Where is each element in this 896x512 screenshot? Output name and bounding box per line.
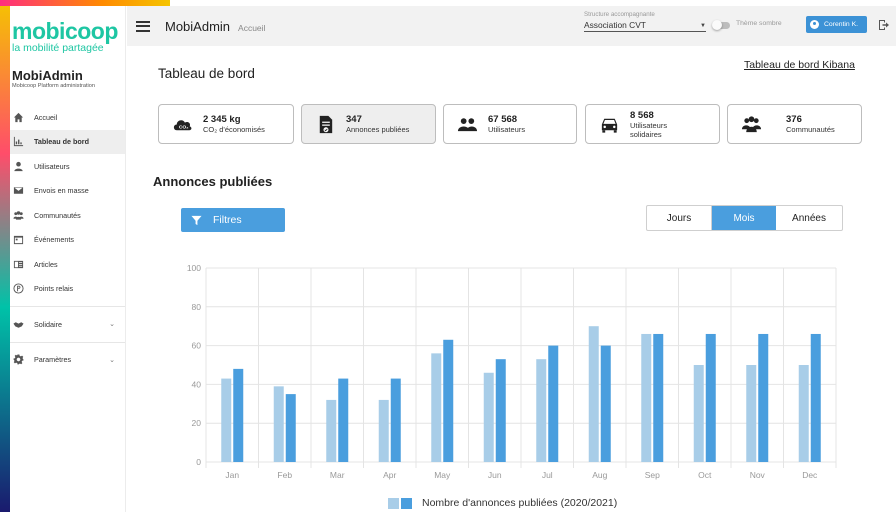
x-tick-label: Oct bbox=[698, 470, 712, 480]
x-tick-label: Nov bbox=[750, 470, 766, 480]
legend-swatch-2020 bbox=[388, 497, 399, 509]
x-tick-label: Sep bbox=[645, 470, 660, 480]
bar-2020-nov bbox=[746, 365, 757, 462]
bar-2020-mar bbox=[326, 399, 337, 462]
bar-2020-dec bbox=[798, 365, 809, 462]
x-tick-label: Dec bbox=[802, 470, 818, 480]
bar-2021-jun bbox=[495, 359, 506, 462]
bar-2020-jun bbox=[483, 372, 494, 462]
y-tick-label: 100 bbox=[187, 263, 201, 273]
y-tick-label: 20 bbox=[192, 418, 202, 428]
x-tick-label: Jul bbox=[542, 470, 553, 480]
bar-2020-jan bbox=[221, 378, 232, 462]
bar-2021-jan bbox=[233, 368, 244, 462]
bar-2021-aug bbox=[600, 345, 611, 462]
x-tick-label: Jan bbox=[225, 470, 239, 480]
bar-2021-oct bbox=[705, 333, 716, 462]
bar-2021-dec bbox=[810, 333, 821, 462]
chart-legend: Nombre d'annonces publiées (2020/2021) bbox=[388, 497, 617, 509]
bar-2021-jul bbox=[548, 345, 559, 462]
bar-2020-sep bbox=[641, 333, 652, 462]
x-tick-label: Jun bbox=[488, 470, 502, 480]
x-tick-label: Feb bbox=[277, 470, 292, 480]
x-tick-label: Aug bbox=[592, 470, 607, 480]
bar-2020-apr bbox=[378, 399, 389, 462]
bar-2020-jul bbox=[536, 359, 547, 462]
annonces-bar-chart: 0 20 40 60 80 100 Jan Feb Mar Apr May Jun Jul Aug Sep O… bbox=[187, 263, 837, 480]
x-tick-label: Apr bbox=[383, 470, 396, 480]
legend-swatch-2021 bbox=[401, 497, 412, 509]
bar-2021-apr bbox=[390, 378, 401, 462]
y-tick-label: 80 bbox=[192, 302, 202, 312]
x-tick-label: Mar bbox=[330, 470, 345, 480]
x-tick-label: May bbox=[434, 470, 451, 480]
bar-2021-mar bbox=[338, 378, 349, 462]
y-tick-label: 40 bbox=[192, 379, 202, 389]
bar-2020-aug bbox=[588, 326, 599, 462]
bar-2020-feb bbox=[273, 386, 284, 462]
bar-2021-nov bbox=[758, 333, 769, 462]
y-tick-label: 60 bbox=[192, 341, 202, 351]
bar-2021-feb bbox=[285, 394, 296, 462]
legend-label: Nombre d'annonces publiées (2020/2021) bbox=[422, 497, 618, 509]
bar-2021-may bbox=[443, 339, 454, 462]
bar-2020-may bbox=[431, 353, 442, 462]
bar-2020-oct bbox=[693, 365, 704, 462]
bar-2021-sep bbox=[653, 333, 664, 462]
y-tick-label: 0 bbox=[196, 457, 201, 467]
